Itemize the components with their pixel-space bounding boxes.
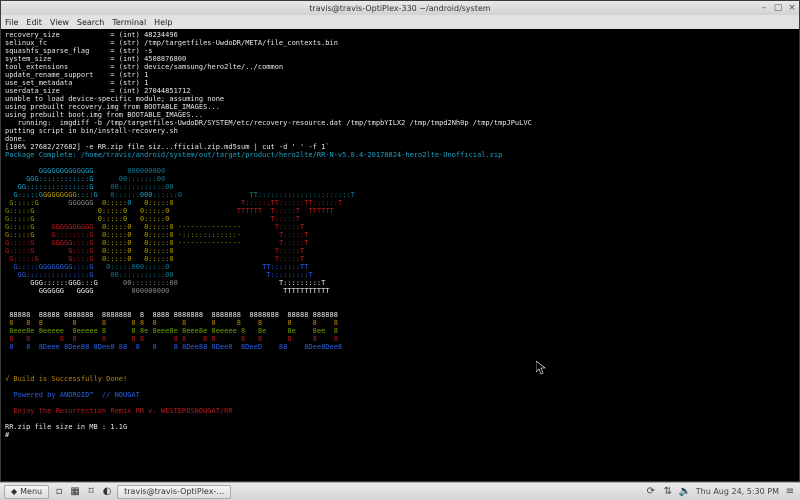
network-icon[interactable]: ⇅ [662, 486, 674, 498]
menu-help[interactable]: Help [154, 18, 172, 27]
close-button[interactable]: × [787, 3, 797, 13]
firefox-icon[interactable]: ◐ [101, 486, 113, 498]
taskbar-app-button[interactable]: travis@travis-OptiPlex-… [117, 485, 231, 499]
update-icon[interactable]: ⟳ [645, 486, 657, 498]
menu-file[interactable]: File [5, 18, 18, 27]
menu-terminal[interactable]: Terminal [112, 18, 146, 27]
volume-icon[interactable]: 🔈 [679, 486, 691, 498]
maximize-button[interactable]: ▢ [773, 3, 783, 13]
menu-edit[interactable]: Edit [26, 18, 42, 27]
files-icon[interactable]: ▦ [69, 486, 81, 498]
minimize-button[interactable]: – [759, 3, 769, 13]
system-tray: ⟳ ⇅ 🔈 Thu Aug 24, 5:30 PM ≡ [645, 486, 796, 498]
window-titlebar[interactable]: travis@travis-OptiPlex-330 ~/android/sys… [1, 1, 799, 15]
start-menu-label: Menu [20, 487, 42, 496]
taskbar-app-label: travis@travis-OptiPlex-… [124, 487, 224, 496]
menubar: File Edit View Search Terminal Help [1, 15, 799, 29]
tray-menu-icon[interactable]: ≡ [784, 486, 796, 498]
terminal-output[interactable]: recovery_size = (int) 48234496selinux_fc… [1, 29, 799, 481]
terminal-window: travis@travis-OptiPlex-330 ~/android/sys… [0, 0, 800, 482]
start-menu-button[interactable]: ◆ Menu [4, 485, 49, 499]
menu-search[interactable]: Search [77, 18, 104, 27]
window-controls: – ▢ × [759, 1, 797, 15]
window-title: travis@travis-OptiPlex-330 ~/android/sys… [309, 4, 490, 13]
mint-icon: ◆ [11, 487, 17, 496]
terminal-icon[interactable]: ⌑ [85, 486, 97, 498]
menu-view[interactable]: View [50, 18, 69, 27]
taskbar: ◆ Menu ▫ ▦ ⌑ ◐ travis@travis-OptiPlex-… … [0, 482, 800, 500]
clock[interactable]: Thu Aug 24, 5:30 PM [696, 487, 779, 496]
show-desktop-icon[interactable]: ▫ [53, 486, 65, 498]
